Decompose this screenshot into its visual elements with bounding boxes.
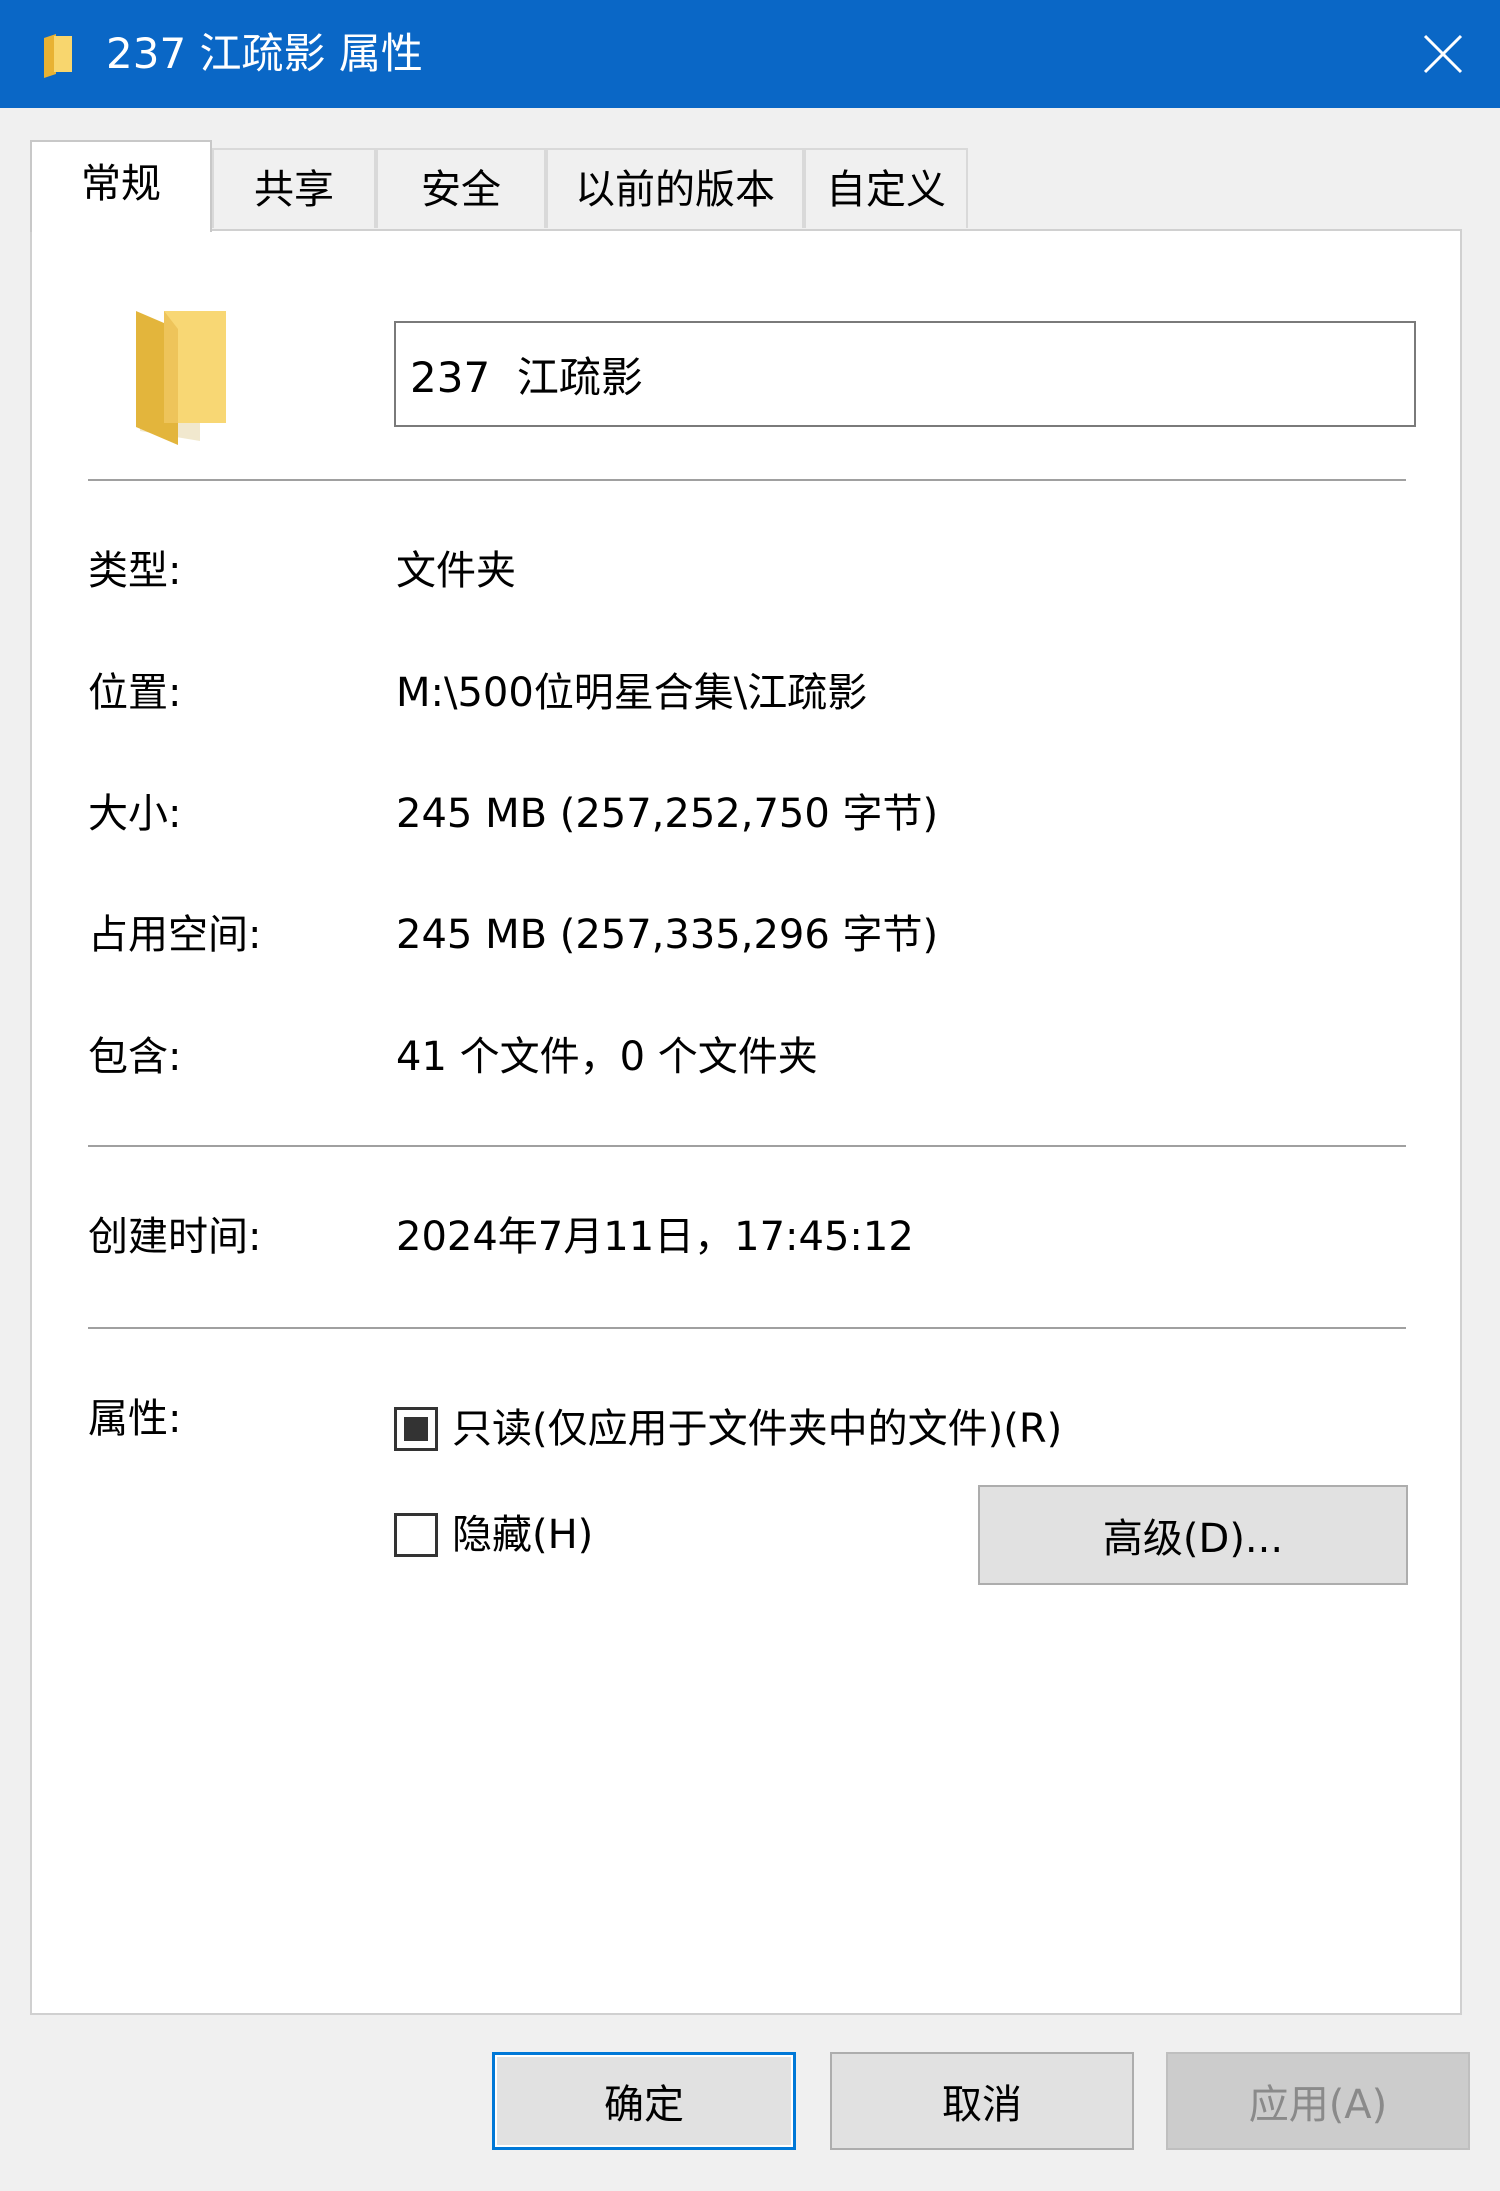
created-value: 2024年7月11日，17:45:12: [396, 1214, 914, 1260]
created-label: 创建时间:: [88, 1214, 262, 1260]
size-label: 大小:: [88, 791, 182, 837]
hidden-checkbox[interactable]: [394, 1513, 438, 1557]
tab-previous-versions[interactable]: 以前的版本: [546, 148, 804, 228]
folder-icon: [136, 311, 226, 445]
divider: [88, 479, 1406, 481]
apply-button[interactable]: 应用(A): [1166, 2052, 1470, 2150]
hidden-label: 隐藏(H): [452, 1512, 594, 1558]
advanced-button[interactable]: 高级(D)...: [978, 1485, 1408, 1585]
tab-sharing[interactable]: 共享: [212, 148, 376, 228]
general-panel: 类型: 文件夹 位置: M:\500位明星合集\江疏影 大小: 245 MB (…: [30, 229, 1462, 2015]
attributes-label: 属性:: [88, 1396, 182, 1442]
type-value: 文件夹: [396, 548, 516, 594]
type-label: 类型:: [88, 548, 182, 594]
tab-security[interactable]: 安全: [376, 148, 546, 228]
folder-name-input[interactable]: [394, 321, 1416, 427]
size-on-disk-value: 245 MB (257,335,296 字节): [396, 912, 939, 958]
window-title: 237 江疏影 属性: [106, 29, 423, 78]
close-button[interactable]: [1400, 14, 1486, 94]
folder-icon: [44, 34, 72, 78]
contains-value: 41 个文件，0 个文件夹: [396, 1034, 818, 1080]
tab-customize[interactable]: 自定义: [804, 148, 968, 228]
title-bar[interactable]: 237 江疏影 属性: [0, 0, 1500, 108]
ok-button[interactable]: 确定: [492, 2052, 796, 2150]
contains-label: 包含:: [88, 1034, 182, 1080]
size-value: 245 MB (257,252,750 字节): [396, 791, 939, 837]
location-label: 位置:: [88, 670, 182, 716]
properties-dialog: 237 江疏影 属性 常规 共享 安全 以前的版本 自定义 类型: 文件夹 位置…: [0, 0, 1500, 2191]
location-value: M:\500位明星合集\江疏影: [396, 670, 868, 716]
readonly-checkbox[interactable]: [394, 1407, 438, 1451]
divider: [88, 1327, 1406, 1329]
size-on-disk-label: 占用空间:: [88, 912, 262, 958]
cancel-button[interactable]: 取消: [830, 2052, 1134, 2150]
close-icon: [1423, 34, 1463, 74]
readonly-label: 只读(仅应用于文件夹中的文件)(R): [452, 1406, 1063, 1452]
tab-general[interactable]: 常规: [30, 140, 212, 232]
divider: [88, 1145, 1406, 1147]
